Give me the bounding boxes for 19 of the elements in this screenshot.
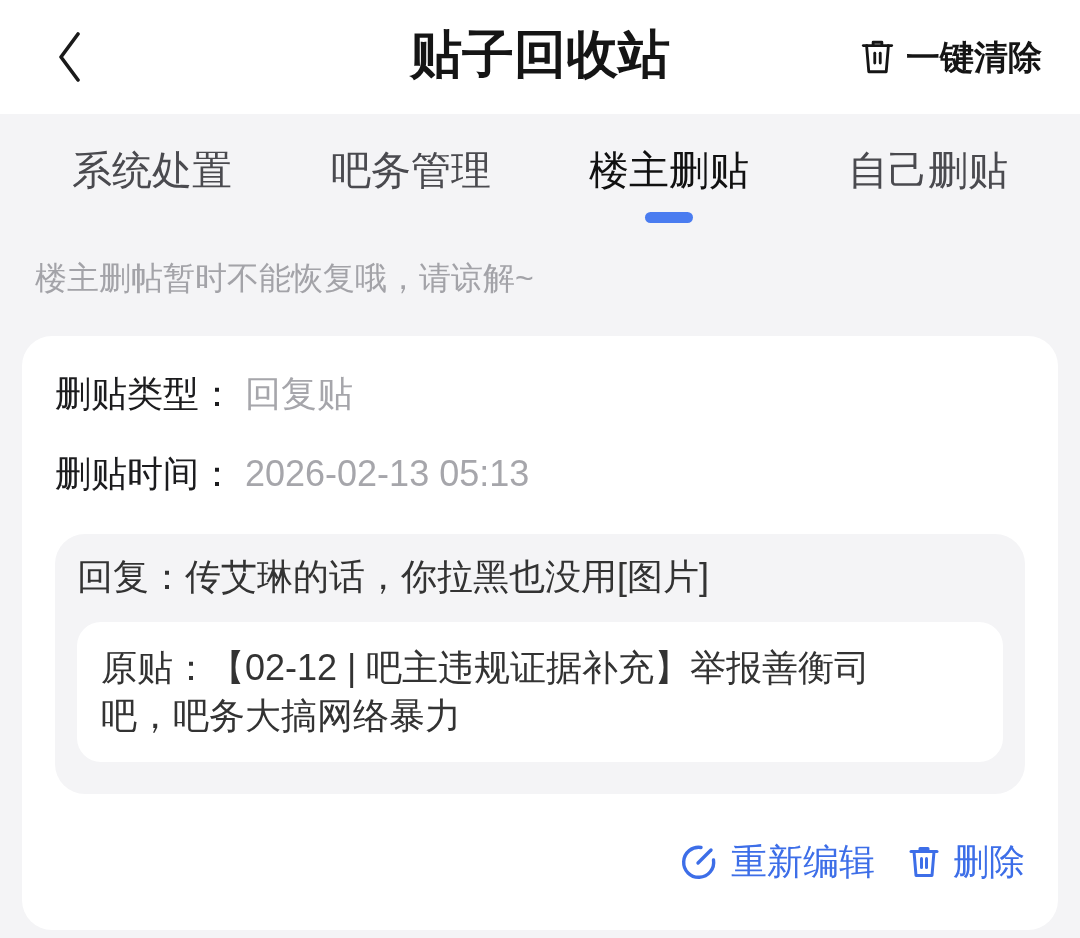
field-value: 回复贴 [245,372,353,416]
field-label: 删贴类型： [55,372,235,416]
tab[interactable]: 楼主删贴 [589,144,750,244]
field-label: 删贴时间： [55,452,235,496]
reply-text: 回复：传艾琳的话，你拉黑也没用[图片] [77,555,709,599]
trash-icon [861,39,894,75]
tab[interactable]: 自己删贴 [847,144,1008,244]
clear-all-button[interactable]: 一键清除 [861,31,1042,83]
page-title: 贴子回收站 [410,24,670,84]
trash-icon [909,845,939,879]
original-post-text: 原贴：【02-12 | 吧主违规证据补充】举报善衡司吧，吧务大搞网络暴力 [101,646,872,738]
back-icon [58,32,82,82]
edit-button[interactable]: 重新编辑 [681,838,875,886]
delete-button[interactable]: 删除 [909,838,1025,886]
edit-icon [681,844,717,880]
notice-text: 楼主删帖暂时不能恢复哦，请谅解~ [35,259,534,298]
tab[interactable]: 系统处置 [72,144,232,244]
tab[interactable]: 吧务管理 [330,144,491,244]
field-value: 2026-02-13 05:13 [245,452,530,496]
